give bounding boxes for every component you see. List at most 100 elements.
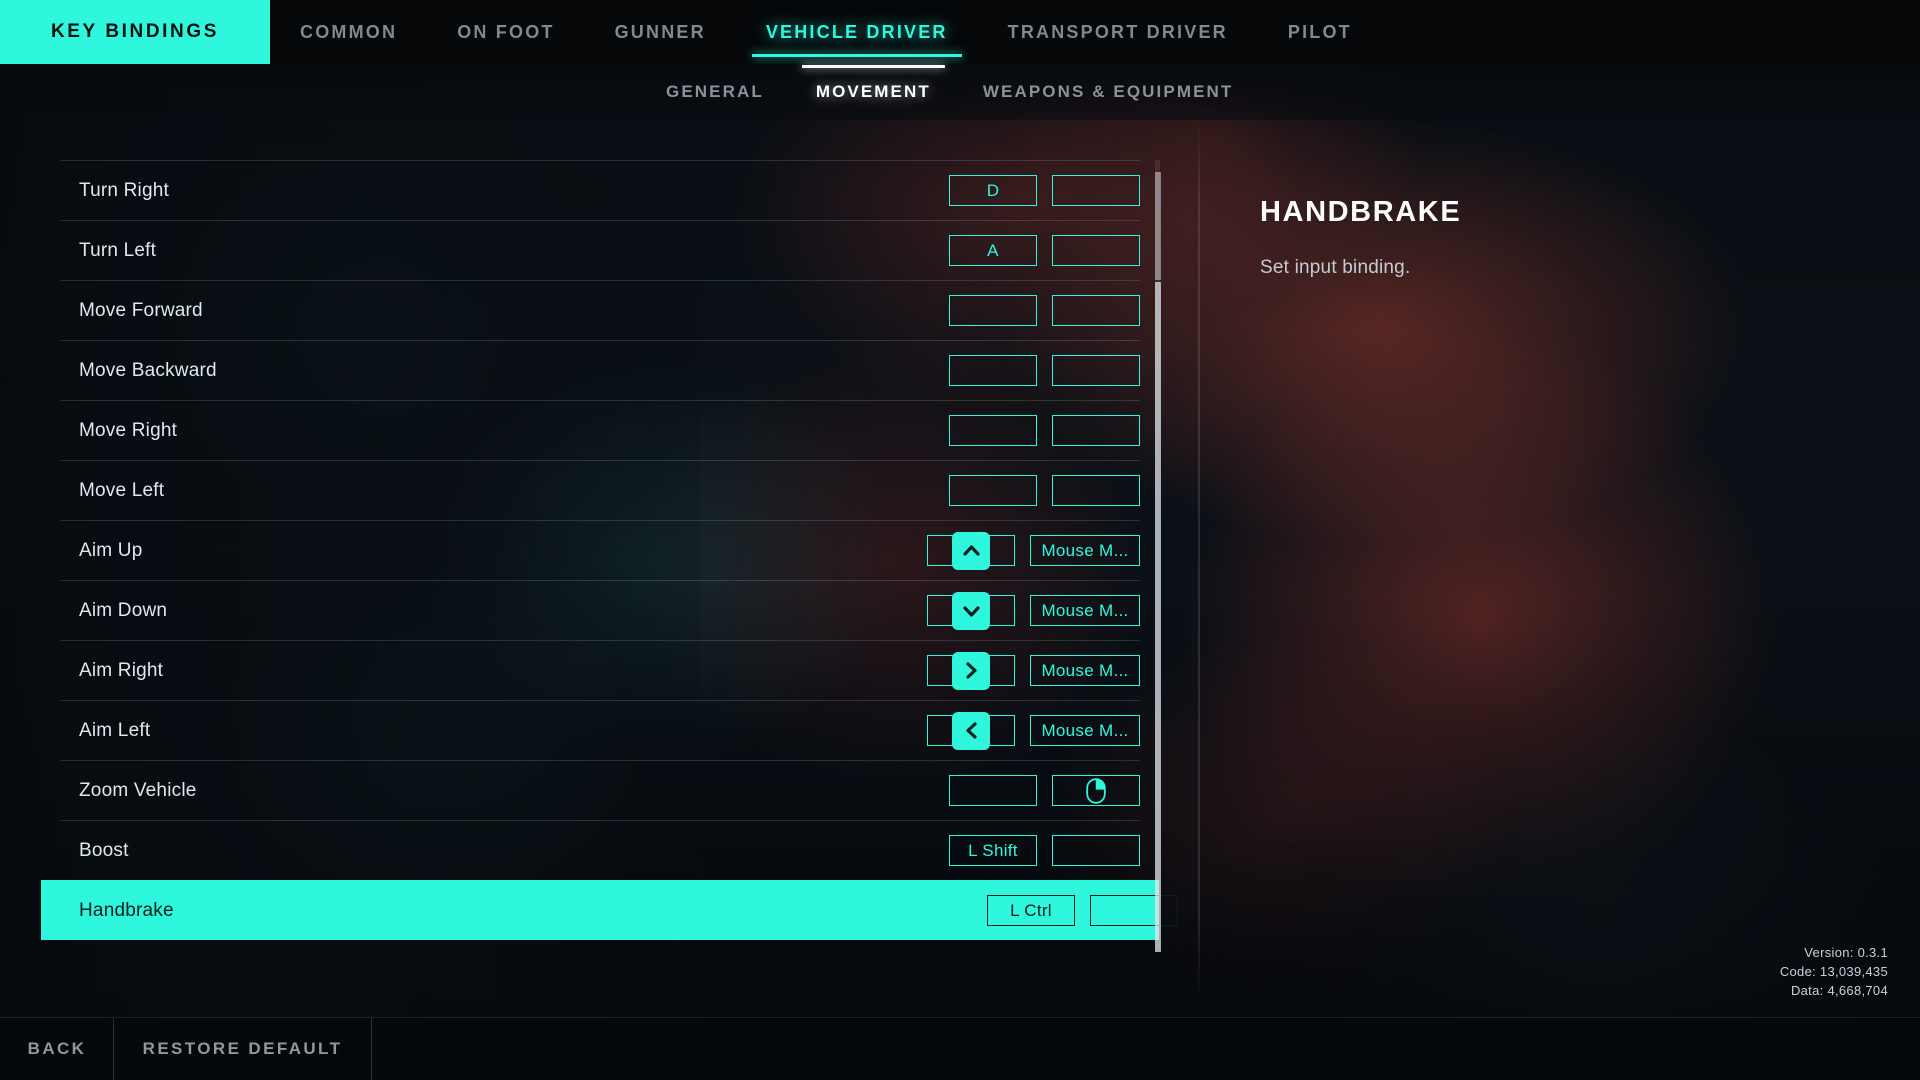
binding-secondary-text: Mouse M... xyxy=(1041,600,1129,620)
binding-row[interactable]: Aim Up Mouse M... xyxy=(60,520,1140,580)
chevron-left-key-icon xyxy=(952,711,990,750)
back-button[interactable]: BACK xyxy=(0,1018,114,1080)
binding-slot-secondary[interactable] xyxy=(1052,775,1140,806)
binding-slot-secondary[interactable] xyxy=(1052,235,1140,266)
binding-slot-primary[interactable] xyxy=(949,355,1037,386)
bottom-bar: BACK RESTORE DEFAULT xyxy=(0,1018,1920,1080)
binding-slot-secondary[interactable] xyxy=(1052,355,1140,386)
top-nav-bar: KEY BINDINGS COMMON ON FOOT GUNNER VEHICLE … xyxy=(0,0,1920,64)
binding-slots: D xyxy=(949,175,1140,206)
binding-slot-primary[interactable] xyxy=(949,775,1037,806)
data-size-line: Data: 4,668,704 xyxy=(1790,983,1888,998)
category-tabs: COMMON ON FOOT GUNNER VEHICLE DRIVER TRANSPO… xyxy=(270,0,1382,64)
binding-slots: L Ctrl xyxy=(987,895,1178,926)
binding-slots xyxy=(949,415,1140,446)
sub-tabs: GENERAL MOVEMENT WEAPONS & EQUIPMENT xyxy=(640,64,1259,120)
binding-row[interactable]: Turn Right D xyxy=(60,160,1140,220)
binding-primary-text: A xyxy=(987,240,999,260)
binding-row[interactable]: Move Backward xyxy=(60,340,1140,400)
subtab-weapons-equipment[interactable]: WEAPONS & EQUIPMENT xyxy=(957,64,1260,120)
binding-slot-secondary[interactable] xyxy=(1052,295,1140,326)
binding-slot-primary[interactable] xyxy=(949,415,1037,446)
panel-divider xyxy=(1198,120,1200,1000)
binding-action-label: Turn Left xyxy=(79,239,157,261)
binding-slots xyxy=(949,355,1140,386)
binding-slots: Mouse M... xyxy=(927,711,1140,750)
binding-row[interactable]: Move Right xyxy=(60,400,1140,460)
binding-action-label: Move Right xyxy=(79,419,178,441)
tab-gunner[interactable]: GUNNER xyxy=(585,0,736,64)
binding-row[interactable]: Boost L Shift xyxy=(60,820,1140,880)
binding-slot-primary[interactable] xyxy=(927,711,1015,750)
tab-on-foot[interactable]: ON FOOT xyxy=(427,0,584,64)
chevron-down-key-icon xyxy=(952,591,990,630)
binding-secondary-text: Mouse M... xyxy=(1041,720,1129,740)
tab-pilot[interactable]: PILOT xyxy=(1258,0,1382,64)
tab-vehicle-driver[interactable]: VEHICLE DRIVER xyxy=(736,0,978,64)
settings-screen: KEY BINDINGS COMMON ON FOOT GUNNER VEHICLE … xyxy=(0,0,1920,1080)
binding-row[interactable]: Move Left xyxy=(60,460,1140,520)
binding-slot-secondary[interactable] xyxy=(1052,175,1140,206)
binding-row[interactable]: Move Forward xyxy=(60,280,1140,340)
binding-row[interactable]: Handbrake L Ctrl xyxy=(41,880,1178,940)
binding-slot-primary[interactable] xyxy=(949,475,1037,506)
binding-row[interactable]: Aim Left Mouse M... xyxy=(60,700,1140,760)
binding-slot-secondary[interactable]: Mouse M... xyxy=(1030,715,1140,746)
binding-slots: Mouse M... xyxy=(927,531,1140,570)
binding-slot-primary[interactable]: A xyxy=(949,235,1037,266)
binding-slots: Mouse M... xyxy=(927,651,1140,690)
binding-action-label: Move Backward xyxy=(79,359,217,381)
binding-row[interactable]: Turn Left A xyxy=(60,220,1140,280)
bindings-rows: Turn Right D Turn Left A Move Forward Move Ba… xyxy=(41,160,1178,940)
binding-action-label: Handbrake xyxy=(79,899,174,921)
binding-slot-primary[interactable]: L Shift xyxy=(949,835,1037,866)
binding-slot-secondary[interactable]: Mouse M... xyxy=(1030,655,1140,686)
chevron-right-key-icon xyxy=(952,651,990,690)
subtab-movement[interactable]: MOVEMENT xyxy=(790,64,957,120)
binding-slots: Mouse M... xyxy=(927,591,1140,630)
tab-common[interactable]: COMMON xyxy=(270,0,427,64)
binding-row[interactable]: Aim Right Mouse M... xyxy=(60,640,1140,700)
binding-action-label: Aim Left xyxy=(79,719,151,741)
binding-slot-secondary[interactable] xyxy=(1090,895,1178,926)
detail-panel: HANDBRAKE Set input binding. xyxy=(1260,196,1860,279)
bindings-list-panel: Turn Right D Turn Left A Move Forward Move Ba… xyxy=(0,130,1198,1000)
binding-row[interactable]: Zoom Vehicle xyxy=(60,760,1140,820)
binding-action-label: Boost xyxy=(79,839,129,861)
binding-action-label: Aim Up xyxy=(79,539,143,561)
binding-slot-secondary[interactable] xyxy=(1052,475,1140,506)
chevron-up-key-icon xyxy=(952,531,990,570)
binding-row[interactable]: Aim Down Mouse M... xyxy=(60,580,1140,640)
tab-transport-driver[interactable]: TRANSPORT DRIVER xyxy=(978,0,1258,64)
scrollbar-thumb[interactable] xyxy=(1155,282,1161,952)
binding-primary-text: D xyxy=(986,180,1000,200)
mouse-right-button-icon xyxy=(1086,777,1106,804)
binding-slot-secondary[interactable] xyxy=(1052,415,1140,446)
binding-secondary-text: Mouse M... xyxy=(1041,660,1129,680)
binding-slots xyxy=(949,475,1140,506)
restore-default-button[interactable]: RESTORE DEFAULT xyxy=(114,1018,372,1080)
binding-slots: L Shift xyxy=(949,835,1140,866)
binding-slot-primary[interactable]: D xyxy=(949,175,1037,206)
binding-slot-primary[interactable] xyxy=(927,651,1015,690)
code-size-line: Code: 13,039,435 xyxy=(1779,964,1888,979)
detail-title: HANDBRAKE xyxy=(1260,196,1462,228)
binding-slots xyxy=(949,775,1140,806)
version-info: Version: 0.3.1 Code: 13,039,435 Data: 4,… xyxy=(1780,943,1888,1000)
binding-action-label: Turn Right xyxy=(79,179,169,201)
binding-slot-primary[interactable]: L Ctrl xyxy=(987,895,1075,926)
binding-slot-primary[interactable] xyxy=(927,531,1015,570)
binding-slot-secondary[interactable]: Mouse M... xyxy=(1030,595,1140,626)
scrollbar-thumb-upper[interactable] xyxy=(1155,172,1161,280)
binding-slot-primary[interactable] xyxy=(927,591,1015,630)
binding-slot-secondary[interactable] xyxy=(1052,835,1140,866)
subtab-general[interactable]: GENERAL xyxy=(640,64,790,120)
binding-action-label: Zoom Vehicle xyxy=(79,779,197,801)
binding-slots: A xyxy=(949,235,1140,266)
binding-action-label: Move Forward xyxy=(79,299,203,321)
binding-primary-text: L Ctrl xyxy=(1010,900,1052,920)
key-bindings-title: KEY BINDINGS xyxy=(0,0,270,64)
sub-nav-bar: GENERAL MOVEMENT WEAPONS & EQUIPMENT xyxy=(0,64,1920,120)
binding-slot-primary[interactable] xyxy=(949,295,1037,326)
binding-slot-secondary[interactable]: Mouse M... xyxy=(1030,535,1140,566)
